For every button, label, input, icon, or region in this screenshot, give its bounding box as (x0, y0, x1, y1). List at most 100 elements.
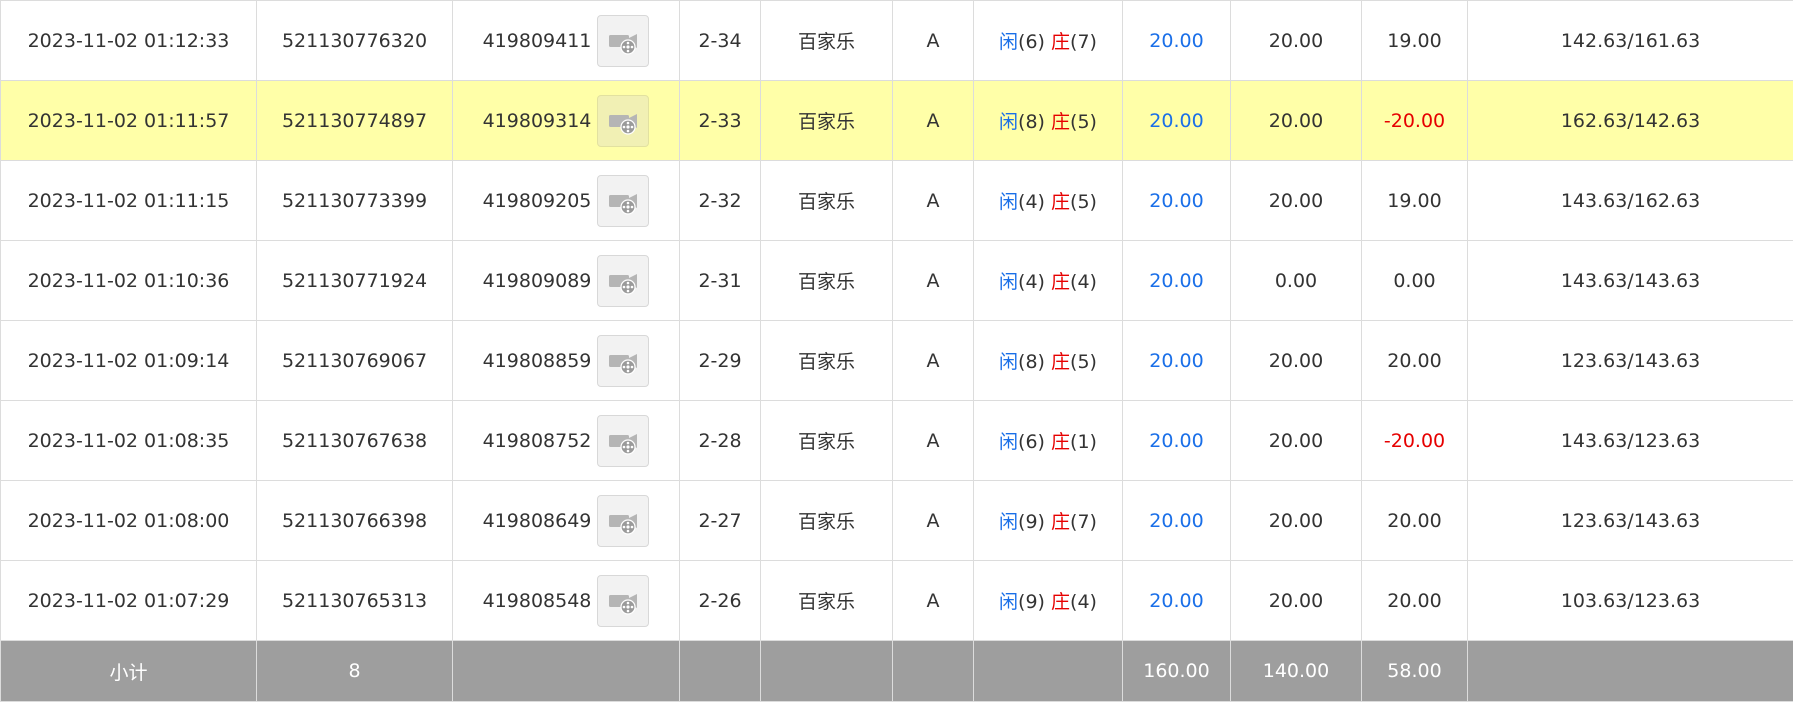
result-cell: 闲(6) 庄(7) (974, 1, 1123, 81)
win-loss-cell: 0.00 (1362, 241, 1468, 321)
bet-amount-cell: 20.00 (1123, 401, 1231, 481)
table-cell: A (893, 241, 974, 321)
valid-bet-cell: 20.00 (1231, 81, 1362, 161)
txn-id: 419808649 (483, 510, 592, 532)
player-score: (9) (1018, 511, 1045, 533)
film-reel-icon[interactable] (597, 335, 649, 387)
balance-cell: 143.63/123.63 (1468, 401, 1793, 481)
txn-id: 419809411 (483, 30, 592, 52)
txn-id: 419808752 (483, 430, 592, 452)
banker-label: 庄 (1051, 111, 1070, 133)
subtotal-valid-total: 140.00 (1231, 641, 1362, 702)
film-reel-icon[interactable] (597, 95, 649, 147)
game-cell: 百家乐 (761, 241, 893, 321)
player-score: (4) (1018, 191, 1045, 213)
txn-cell: 419809314 (453, 81, 680, 161)
player-score: (6) (1018, 431, 1045, 453)
banker-label: 庄 (1051, 191, 1070, 213)
table-row: 2023-11-02 01:08:00 521130766398 4198086… (1, 481, 1793, 561)
subtotal-empty-cell (1468, 641, 1793, 702)
round-cell: 2-28 (680, 401, 761, 481)
txn-id: 419809314 (483, 110, 592, 132)
valid-bet-cell: 0.00 (1231, 241, 1362, 321)
win-loss-cell: 20.00 (1362, 561, 1468, 641)
film-reel-icon[interactable] (597, 575, 649, 627)
bet-amount-cell: 20.00 (1123, 161, 1231, 241)
win-loss-cell: 20.00 (1362, 321, 1468, 401)
banker-score: (1) (1070, 431, 1097, 453)
player-label: 闲 (999, 191, 1018, 213)
player-score: (8) (1018, 351, 1045, 373)
film-reel-icon[interactable] (597, 175, 649, 227)
order-id-cell: 521130766398 (257, 481, 453, 561)
banker-score: (5) (1070, 111, 1097, 133)
result-cell: 闲(9) 庄(4) (974, 561, 1123, 641)
game-cell: 百家乐 (761, 561, 893, 641)
player-label: 闲 (999, 431, 1018, 453)
subtotal-win-total: 58.00 (1362, 641, 1468, 702)
balance-cell: 103.63/123.63 (1468, 561, 1793, 641)
bet-records-table: 2023-11-02 01:12:33 521130776320 4198094… (0, 0, 1793, 702)
film-reel-icon[interactable] (597, 495, 649, 547)
table-row: 2023-11-02 01:11:15 521130773399 4198092… (1, 161, 1793, 241)
table-cell: A (893, 1, 974, 81)
film-reel-icon[interactable] (597, 255, 649, 307)
round-cell: 2-34 (680, 1, 761, 81)
player-label: 闲 (999, 271, 1018, 293)
table-row: 2023-11-02 01:09:14 521130769067 4198088… (1, 321, 1793, 401)
win-loss-cell: -20.00 (1362, 401, 1468, 481)
player-score: (4) (1018, 271, 1045, 293)
result-cell: 闲(8) 庄(5) (974, 321, 1123, 401)
subtotal-count: 8 (257, 641, 453, 702)
balance-cell: 123.63/143.63 (1468, 321, 1793, 401)
valid-bet-cell: 20.00 (1231, 321, 1362, 401)
banker-score: (7) (1070, 511, 1097, 533)
table-row: 2023-11-02 01:07:29 521130765313 4198085… (1, 561, 1793, 641)
txn-cell: 419809089 (453, 241, 680, 321)
film-reel-icon[interactable] (597, 415, 649, 467)
table-cell: A (893, 321, 974, 401)
subtotal-empty-cell (453, 641, 680, 702)
banker-score: (5) (1070, 191, 1097, 213)
banker-label: 庄 (1051, 31, 1070, 53)
subtotal-empty-cell (893, 641, 974, 702)
order-id-cell: 521130771924 (257, 241, 453, 321)
film-reel-icon[interactable] (597, 15, 649, 67)
time-cell: 2023-11-02 01:10:36 (1, 241, 257, 321)
time-cell: 2023-11-02 01:09:14 (1, 321, 257, 401)
subtotal-label: 小计 (1, 641, 257, 702)
banker-label: 庄 (1051, 511, 1070, 533)
txn-cell: 419809411 (453, 1, 680, 81)
bet-amount-cell: 20.00 (1123, 321, 1231, 401)
table-cell: A (893, 81, 974, 161)
valid-bet-cell: 20.00 (1231, 161, 1362, 241)
banker-label: 庄 (1051, 351, 1070, 373)
round-cell: 2-33 (680, 81, 761, 161)
time-cell: 2023-11-02 01:12:33 (1, 1, 257, 81)
round-cell: 2-32 (680, 161, 761, 241)
subtotal-empty-cell (974, 641, 1123, 702)
game-cell: 百家乐 (761, 81, 893, 161)
balance-cell: 143.63/143.63 (1468, 241, 1793, 321)
order-id-cell: 521130769067 (257, 321, 453, 401)
result-cell: 闲(4) 庄(4) (974, 241, 1123, 321)
txn-id: 419808859 (483, 350, 592, 372)
txn-id: 419809089 (483, 270, 592, 292)
subtotal-empty-cell (761, 641, 893, 702)
order-id-cell: 521130774897 (257, 81, 453, 161)
order-id-cell: 521130773399 (257, 161, 453, 241)
banker-label: 庄 (1051, 431, 1070, 453)
txn-cell: 419808752 (453, 401, 680, 481)
player-score: (8) (1018, 111, 1045, 133)
result-cell: 闲(6) 庄(1) (974, 401, 1123, 481)
valid-bet-cell: 20.00 (1231, 1, 1362, 81)
order-id-cell: 521130767638 (257, 401, 453, 481)
valid-bet-cell: 20.00 (1231, 561, 1362, 641)
banker-label: 庄 (1051, 271, 1070, 293)
order-id-cell: 521130765313 (257, 561, 453, 641)
balance-cell: 162.63/142.63 (1468, 81, 1793, 161)
result-cell: 闲(4) 庄(5) (974, 161, 1123, 241)
txn-id: 419808548 (483, 590, 592, 612)
bet-amount-cell: 20.00 (1123, 1, 1231, 81)
banker-score: (4) (1070, 271, 1097, 293)
